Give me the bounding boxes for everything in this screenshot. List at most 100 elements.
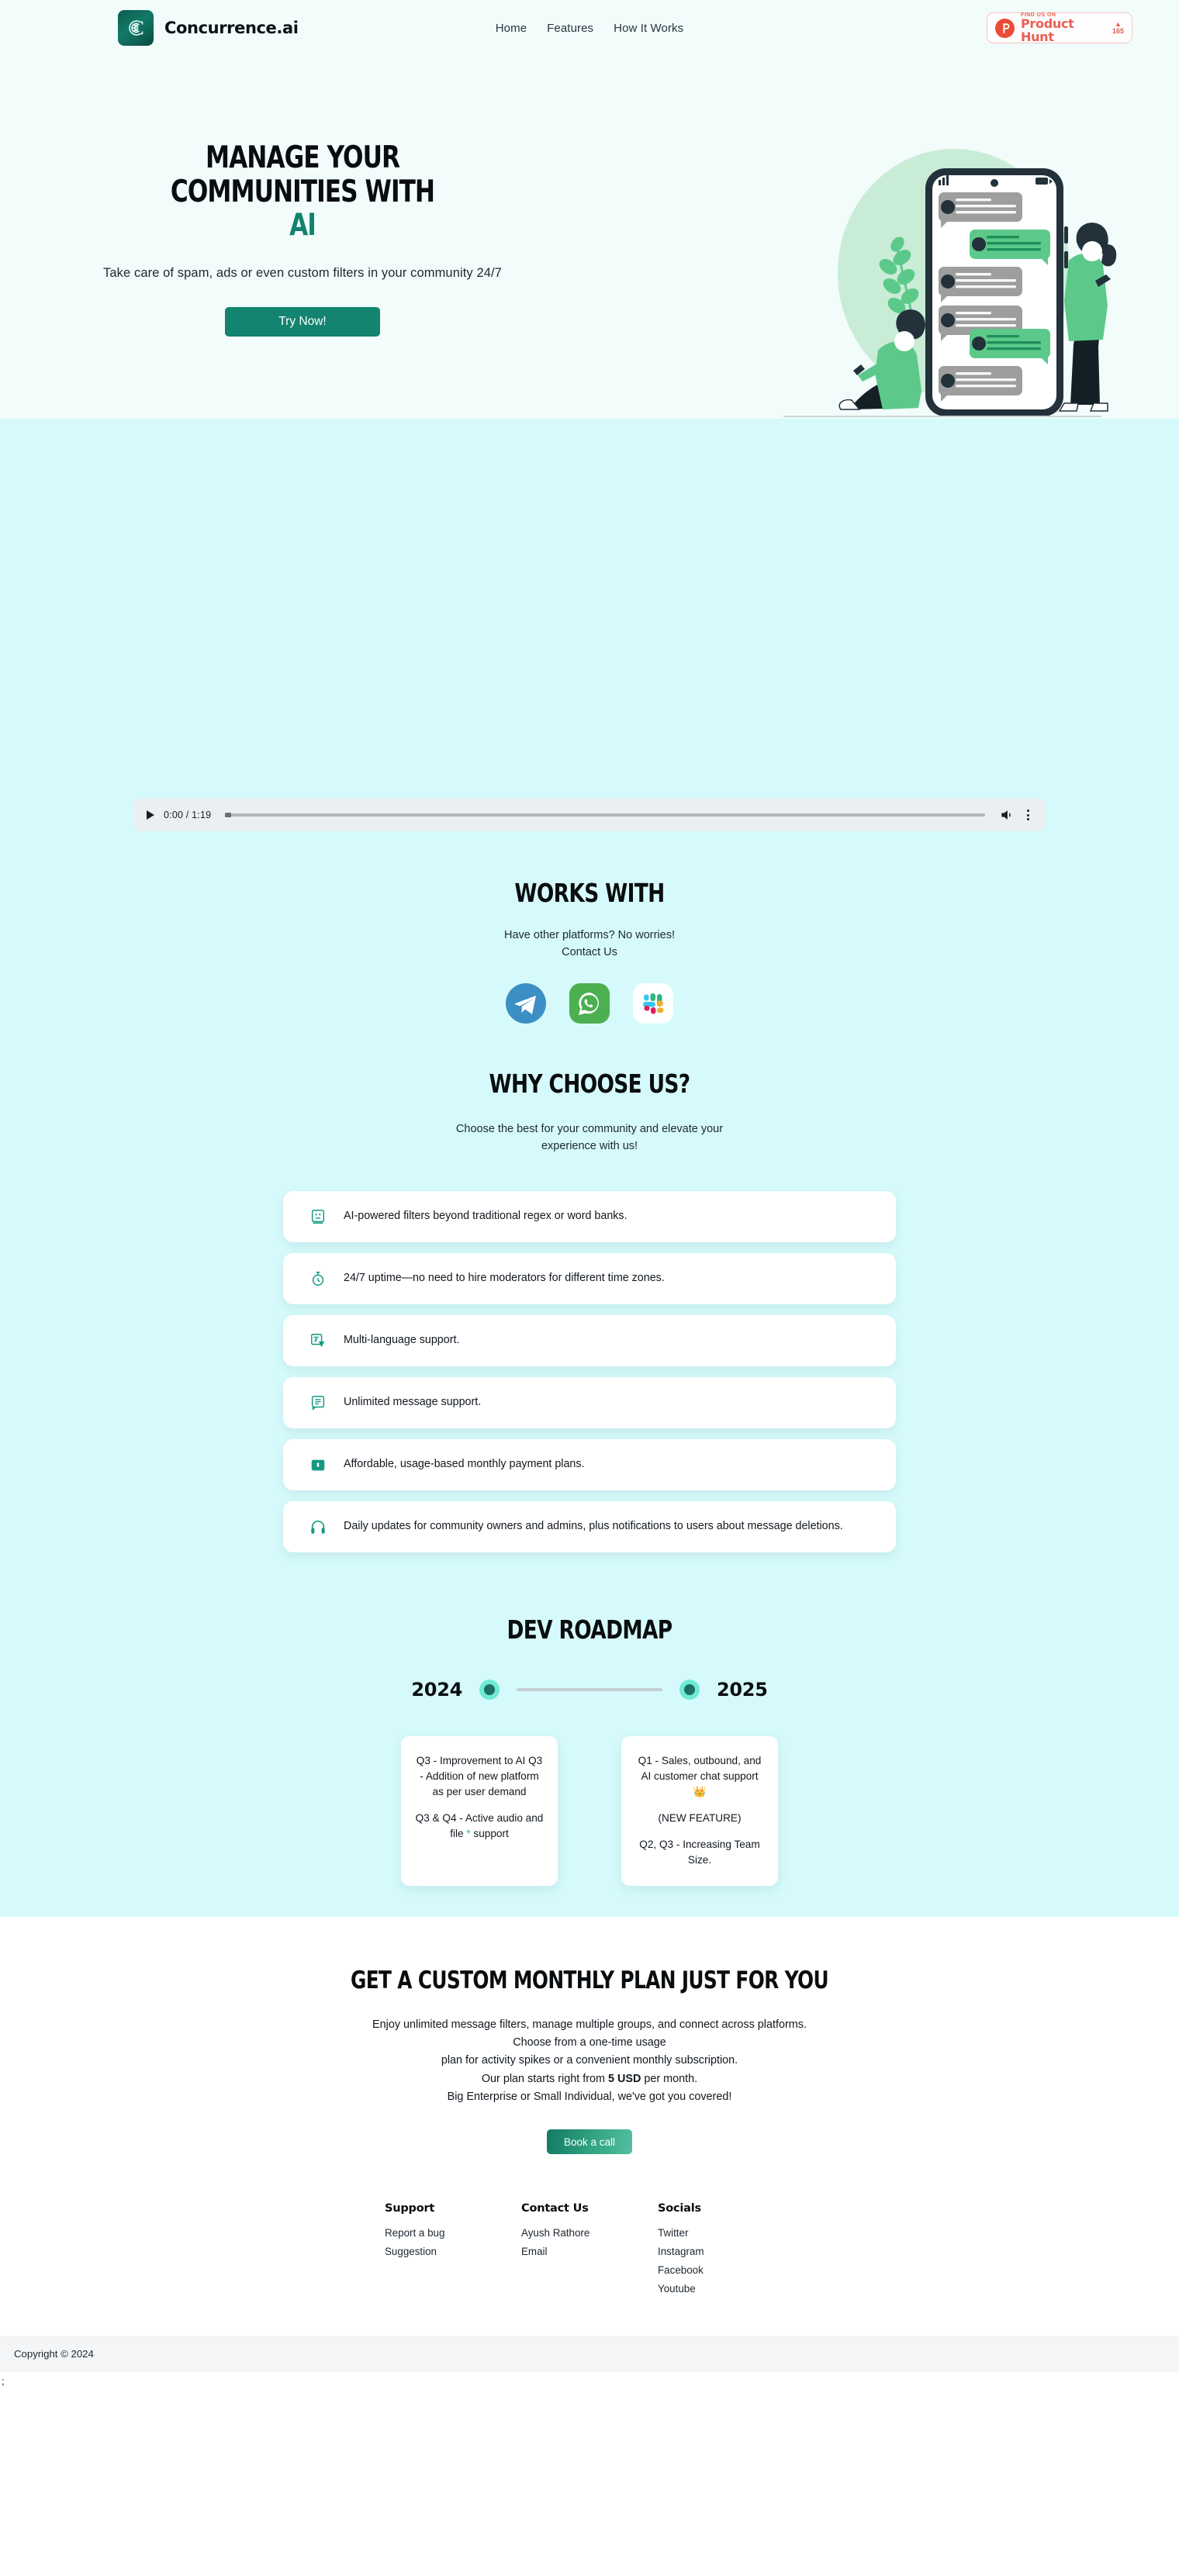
nav-item-how-it-works[interactable]: How It Works	[614, 22, 683, 35]
page-title: MANAGE YOUR COMMUNITIES WITH AI	[129, 141, 476, 243]
footer-heading: Socials	[658, 2202, 701, 2215]
pricing-line-1: Enjoy unlimited message filters, manage …	[372, 2018, 807, 2031]
product-hunt-title: Product Hunt	[1021, 16, 1074, 44]
feature-text: Affordable, usage-based monthly payment …	[344, 1458, 585, 1471]
pricing-line-5: Big Enterprise or Small Individual, we'v…	[447, 2090, 732, 2103]
product-hunt-icon	[995, 18, 1015, 38]
feature-text: 24/7 uptime—no need to hire moderators f…	[344, 1272, 665, 1285]
emoji-face-icon	[311, 1209, 325, 1224]
more-options-icon[interactable]	[1024, 810, 1032, 820]
timeline-dot-start[interactable]	[479, 1679, 500, 1700]
main-content: 0:00 / 1:19 WORKS WITH Have other platfo…	[0, 419, 1179, 1917]
product-hunt-texts: FIND US ON Product Hunt	[1021, 12, 1106, 44]
hero-section: MANAGE YOUR COMMUNITIES WITH AI Take car…	[0, 56, 1179, 419]
hero-title-accent: AI	[289, 208, 316, 243]
feature-card: 24/7 uptime—no need to hire moderators f…	[283, 1252, 896, 1304]
pricing-title: GET A CUSTOM MONTHLY PLAN JUST FOR YOU	[351, 1966, 829, 1994]
footer-link-report-a-bug[interactable]: Report a bug	[385, 2227, 521, 2239]
volume-icon[interactable]	[999, 807, 1015, 823]
feature-card: Unlimited message support.	[283, 1376, 896, 1428]
stray-text: ;	[2, 2375, 5, 2388]
nav-item-home[interactable]: Home	[496, 22, 527, 35]
telegram-icon[interactable]	[506, 982, 546, 1024]
product-hunt-votes: ▲ 165	[1112, 21, 1124, 35]
pricing-line-4: Our plan starts right from 5 USD per mon…	[0, 2070, 1179, 2088]
footer-link-twitter[interactable]: Twitter	[658, 2227, 794, 2239]
video-controls-bar[interactable]: 0:00 / 1:19	[134, 799, 1045, 831]
copyright-text: Copyright © 2024	[14, 2348, 94, 2360]
roadmap-card-line: Q3 - Improvement to AI Q3 - Addition of …	[416, 1754, 543, 1798]
works-with-sub-line1: Have other platforms? No worries!	[504, 929, 675, 941]
feature-text: Daily updates for community owners and a…	[344, 1520, 843, 1533]
slack-icon[interactable]	[633, 982, 673, 1024]
wallet-icon	[311, 1459, 325, 1471]
why-choose-section: WHY CHOOSE US? Choose the best for your …	[0, 1024, 1179, 1552]
feature-text: AI-powered filters beyond traditional re…	[344, 1210, 628, 1223]
footer-link-ayush-rathore[interactable]: Ayush Rathore	[521, 2227, 658, 2239]
roadmap-timeline: 2024 2025	[0, 1679, 1179, 1701]
hero-subtitle: Take care of spam, ads or even custom fi…	[103, 266, 502, 281]
roadmap-new-feature-badge: (NEW FEATURE)	[658, 1812, 742, 1825]
footer-columns: Support Report a bug Suggestion Contact …	[0, 2202, 1179, 2301]
nav-item-features[interactable]: Features	[547, 22, 593, 35]
footer-column-contact: Contact Us Ayush Rathore Email	[521, 2202, 658, 2301]
footer-link-facebook[interactable]: Facebook	[658, 2264, 794, 2276]
feature-text: Multi-language support.	[344, 1334, 460, 1347]
works-with-sub-line2[interactable]: Contact Us	[0, 944, 1179, 961]
roadmap-section: DEV ROADMAP 2024 2025 Q3 - Improvement t…	[0, 1563, 1179, 1886]
roadmap-card-line: Q2, Q3 - Increasing Team Size.	[639, 1839, 760, 1866]
works-with-section: WORKS WITH Have other platforms? No worr…	[0, 831, 1179, 1024]
why-choose-title: WHY CHOOSE US?	[489, 1068, 691, 1099]
headphones-icon	[311, 1520, 325, 1534]
message-lines-icon	[311, 1395, 325, 1411]
why-choose-subtitle: Choose the best for your community and e…	[0, 1121, 1179, 1155]
footer-link-suggestion[interactable]: Suggestion	[385, 2246, 521, 2257]
brand-name: Concurrence.ai	[164, 19, 299, 37]
timeline-line	[517, 1687, 662, 1691]
roadmap-year-start: 2024	[411, 1678, 462, 1701]
works-with-subtitle: Have other platforms? No worries! Contac…	[0, 927, 1179, 962]
pricing-line-4-post: per month.	[641, 2072, 698, 2085]
roadmap-card-line: Q3 & Q4 - Active audio and file * suppor…	[413, 1811, 545, 1842]
footer-link-instagram[interactable]: Instagram	[658, 2246, 794, 2257]
circuit-c-logo-icon	[118, 10, 154, 46]
book-a-call-button[interactable]: Book a call	[547, 2129, 632, 2155]
roadmap-card: Q3 - Improvement to AI Q3 - Addition of …	[401, 1735, 558, 1886]
video-progress-knob[interactable]	[225, 813, 232, 817]
pricing-price: 5 USD	[607, 2072, 641, 2085]
feature-card: Daily updates for community owners and a…	[283, 1500, 896, 1552]
timer-icon	[312, 1271, 324, 1286]
video-time: 0:00 / 1:19	[164, 810, 212, 820]
upvote-count: 165	[1112, 27, 1124, 35]
main-nav: Home Features How It Works	[496, 22, 684, 35]
site-header: Concurrence.ai Home Features How It Work…	[0, 0, 1179, 56]
footer-column-support: Support Report a bug Suggestion	[385, 2202, 521, 2301]
brand[interactable]: Concurrence.ai	[118, 10, 299, 46]
hero-copy: MANAGE YOUR COMMUNITIES WITH AI Take car…	[85, 56, 520, 419]
pricing-line-3: plan for activity spikes or a convenient…	[441, 2054, 738, 2067]
video-progress-slider[interactable]	[225, 813, 985, 817]
whatsapp-icon[interactable]	[569, 982, 610, 1024]
product-hunt-badge[interactable]: FIND US ON Product Hunt ▲ 165	[987, 12, 1132, 43]
footer-link-email[interactable]: Email	[521, 2246, 658, 2257]
footer-link-youtube[interactable]: Youtube	[658, 2283, 794, 2295]
try-now-button[interactable]: Try Now!	[225, 307, 380, 337]
roadmap-card-line: Q1 - Sales, outbound, and AI customer ch…	[638, 1754, 762, 1798]
play-icon[interactable]	[147, 810, 154, 820]
video-section: 0:00 / 1:19	[0, 419, 1179, 831]
translate-icon	[311, 1333, 325, 1348]
landing-page: Concurrence.ai Home Features How It Work…	[0, 0, 1179, 2391]
copyright-bar: Copyright © 2024	[0, 2336, 1179, 2373]
feature-list: AI-powered filters beyond traditional re…	[283, 1190, 896, 1552]
feature-card: Multi-language support.	[283, 1314, 896, 1366]
pricing-section: GET A CUSTOM MONTHLY PLAN JUST FOR YOU E…	[0, 1916, 1179, 2155]
pricing-copy: Enjoy unlimited message filters, manage …	[0, 2016, 1179, 2107]
hero-title-line1: MANAGE YOUR COMMUNITIES WITH	[170, 140, 435, 209]
timeline-dot-end[interactable]	[679, 1679, 700, 1700]
works-with-title: WORKS WITH	[514, 878, 665, 908]
footer-heading: Support	[385, 2202, 435, 2215]
roadmap-title: DEV ROADMAP	[507, 1614, 673, 1645]
why-choose-sub-line2: experience with us!	[541, 1140, 638, 1153]
feature-text: Unlimited message support.	[344, 1396, 482, 1409]
roadmap-year-end: 2025	[717, 1678, 768, 1701]
